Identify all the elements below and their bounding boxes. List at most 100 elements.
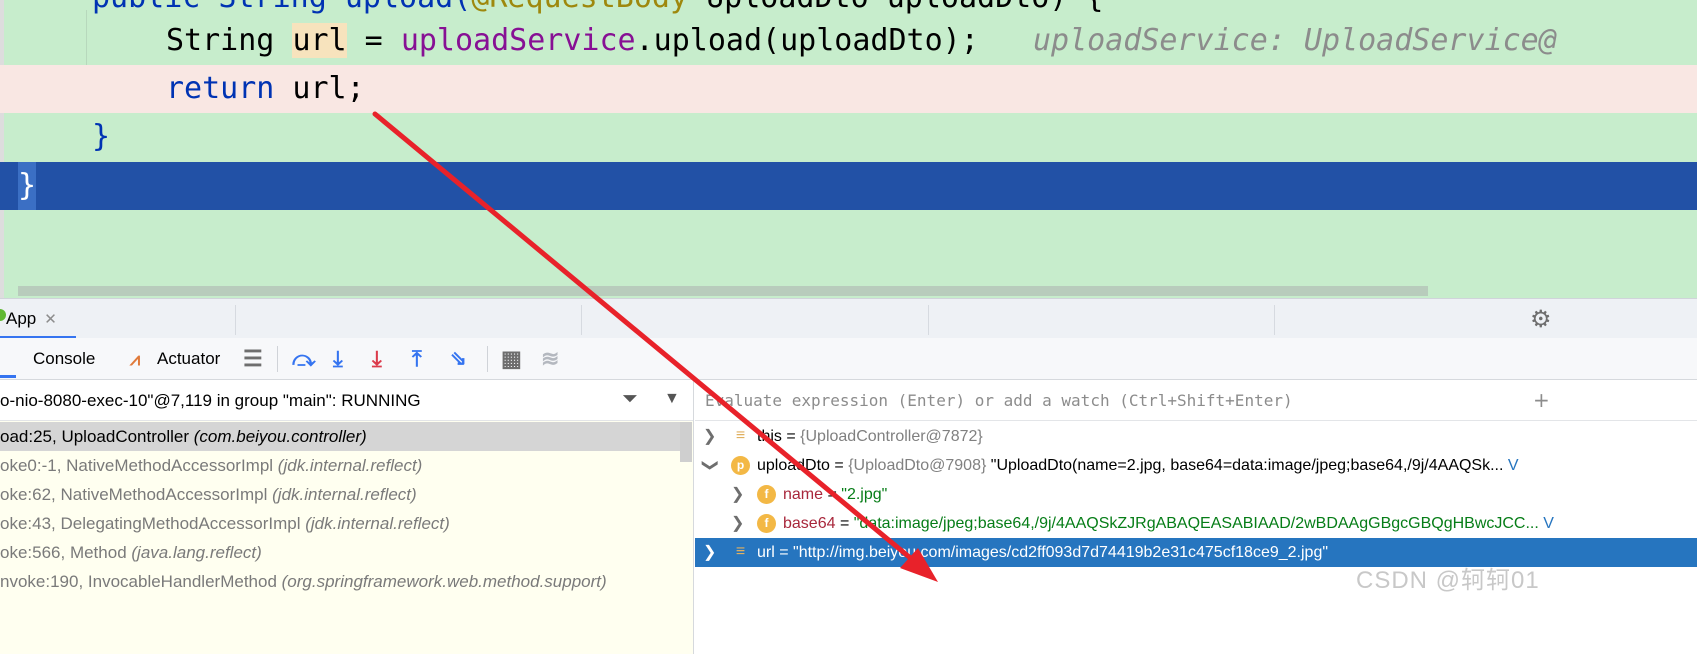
console-tab[interactable]: Console [33,338,95,380]
tab-divider [1274,305,1275,335]
menu-icon[interactable]: ☰ [243,338,263,380]
actuator-tab[interactable]: Actuator [157,338,220,380]
run-to-cursor-icon[interactable]: ⇘ [450,338,467,380]
variable-eq: = [781,428,801,445]
filter-icon[interactable]: ⏷ [622,388,638,411]
code-var-url: url [292,23,347,58]
frame-item[interactable]: nvoke:190, InvocableHandlerMethod (org.s… [0,567,680,596]
frames-scrollbar[interactable] [680,422,692,462]
code-call: .upload(uploadDto); [635,23,979,58]
frame-item[interactable]: oke:566, Method (java.lang.reflect) [0,538,680,567]
gear-icon[interactable]: ⚙ [1530,305,1552,334]
chevron-right-icon[interactable]: ❯ [731,480,745,509]
frame-method: oke:566, Method [0,543,127,562]
debugger-toolbar: Console ⩘ Actuator ☰ ⤼ ⤓ ⤓ ⤒ ⇘ ▦ ≋ [0,338,1697,380]
code-return-keyword: return [166,71,275,106]
chevron-down-icon[interactable]: ▼ [664,390,680,408]
evaluate-expression-input[interactable]: Evaluate expression (Enter) or add a wat… [695,380,1697,421]
code-line-return[interactable]: return url; [0,65,1697,113]
variable-row-this[interactable]: ❯ ≡ this = {UploadController@7872} [695,422,1697,451]
variable-name: name [783,486,824,503]
variable-name: url [757,544,775,561]
view-link[interactable]: V [1508,457,1519,474]
frame-item[interactable]: oke:62, NativeMethodAccessorImpl (jdk.in… [0,480,680,509]
tab-app-label: App [6,309,37,328]
trace-icon[interactable]: ≋ [541,338,559,380]
variables-panel: Evaluate expression (Enter) or add a wat… [695,380,1697,654]
variable-name: uploadDto [757,457,830,474]
frame-package: (com.beiyou.controller) [193,427,367,446]
field-icon: f [757,485,776,504]
chevron-right-icon[interactable]: ❯ [703,538,717,567]
code-eq: = [346,23,401,58]
code-close-class-brace: } [18,162,37,210]
frame-method: oke:62, NativeMethodAccessorImpl [0,485,268,504]
frame-package: (jdk.internal.reflect) [305,514,450,533]
code-close-method-brace: } [92,119,111,154]
run-tool-window-tabs: App ✕ ⚙ [0,298,1697,339]
code-annotation: @RequestBody [471,0,688,15]
code-editor[interactable]: public String upload(@RequestBody Upload… [0,0,1697,298]
code-type: String [166,23,275,58]
variable-eq: = [823,486,842,503]
code-signature-suffix: UploadDto uploadDto) { [688,0,1103,15]
close-icon[interactable]: ✕ [44,311,57,328]
watermark: CSDN @轲轲01 [1356,567,1540,594]
variable-row-name[interactable]: ❯ f name = "2.jpg" [695,480,1697,509]
variable-value: {UploadDto@7908} [848,457,987,474]
frame-item[interactable]: oke0:-1, NativeMethodAccessorImpl (jdk.i… [0,451,680,480]
code-line-assign[interactable]: String url = uploadService.upload(upload… [0,17,1697,65]
tab-divider [928,305,929,335]
variable-tostring: "UploadDto(name=2.jpg, base64=data:image… [986,457,1504,474]
frame-method: oke0:-1, NativeMethodAccessorImpl [0,456,274,475]
chevron-down-icon[interactable]: ❯ [696,459,725,473]
step-out-icon[interactable]: ⤒ [412,338,422,380]
actuator-icon: ⩘ [130,349,141,369]
view-link[interactable]: V [1543,515,1554,532]
console-tab-indicator [0,375,16,378]
force-step-into-icon[interactable]: ⤓ [372,338,382,380]
object-icon: ≡ [735,427,746,444]
step-into-icon[interactable]: ⤓ [333,338,343,380]
code-return-rest: url; [274,71,365,106]
variable-value: "2.jpg" [841,486,888,503]
frame-package: (jdk.internal.reflect) [277,456,423,475]
variable-row-url[interactable]: ❯ ≡ url = "http://img.beiyou.com/images/… [695,538,1697,567]
variable-name: base64 [783,515,836,532]
frame-method: oke:43, DelegatingMethodAccessorImpl [0,514,301,533]
toolbar-divider [487,346,488,372]
toolbar-divider [277,346,278,372]
step-over-icon[interactable]: ⤼ [292,338,316,380]
thread-selector[interactable]: o-nio-8080-exec-10"@7,119 in group "main… [0,380,693,421]
variable-name: this [757,428,782,445]
frame-package: (jdk.internal.reflect) [272,485,417,504]
frames-panel: o-nio-8080-exec-10"@7,119 in group "main… [0,380,694,654]
chevron-right-icon[interactable]: ❯ [731,509,745,538]
tab-app[interactable]: App ✕ [0,299,76,339]
frame-method: oad:25, UploadController [0,427,190,446]
tab-divider [581,305,582,335]
code-line-close-method[interactable]: } [0,113,1697,161]
variable-value: "http://img.beiyou.com/images/cd2ff093d7… [793,544,1329,561]
parameter-icon: p [731,456,750,475]
chevron-right-icon[interactable]: ❯ [703,422,717,451]
frame-package: (java.lang.reflect) [131,543,262,562]
variable-value: {UploadController@7872} [800,428,983,445]
evaluate-icon[interactable]: ▦ [501,338,522,380]
variable-row-base64[interactable]: ❯ f base64 = "data:image/jpeg;base64,/9j… [695,509,1697,538]
add-watch-icon[interactable]: + [1533,380,1550,421]
variable-value: "data:image/jpeg;base64,/9j/4AAQSkZJRgAB… [853,515,1539,532]
frame-package: (org.springframework.web.method.support) [281,572,607,591]
code-service: uploadService [400,23,636,58]
variable-eq: = [829,457,849,474]
tab-divider [235,305,236,335]
editor-horizontal-scrollbar[interactable] [18,286,1428,296]
variable-eq: = [774,544,794,561]
frame-item[interactable]: oad:25, UploadController (com.beiyou.con… [0,422,680,451]
inline-value-hint: uploadService: UploadService@ [1032,23,1557,58]
variable-row-uploaddto[interactable]: ❯ p uploadDto = {UploadDto@7908} "Upload… [695,451,1697,480]
code-line-execution-point[interactable]: } [0,162,1697,210]
variable-eq: = [835,515,854,532]
frame-item[interactable]: oke:43, DelegatingMethodAccessorImpl (jd… [0,509,680,538]
field-icon: f [757,514,776,533]
